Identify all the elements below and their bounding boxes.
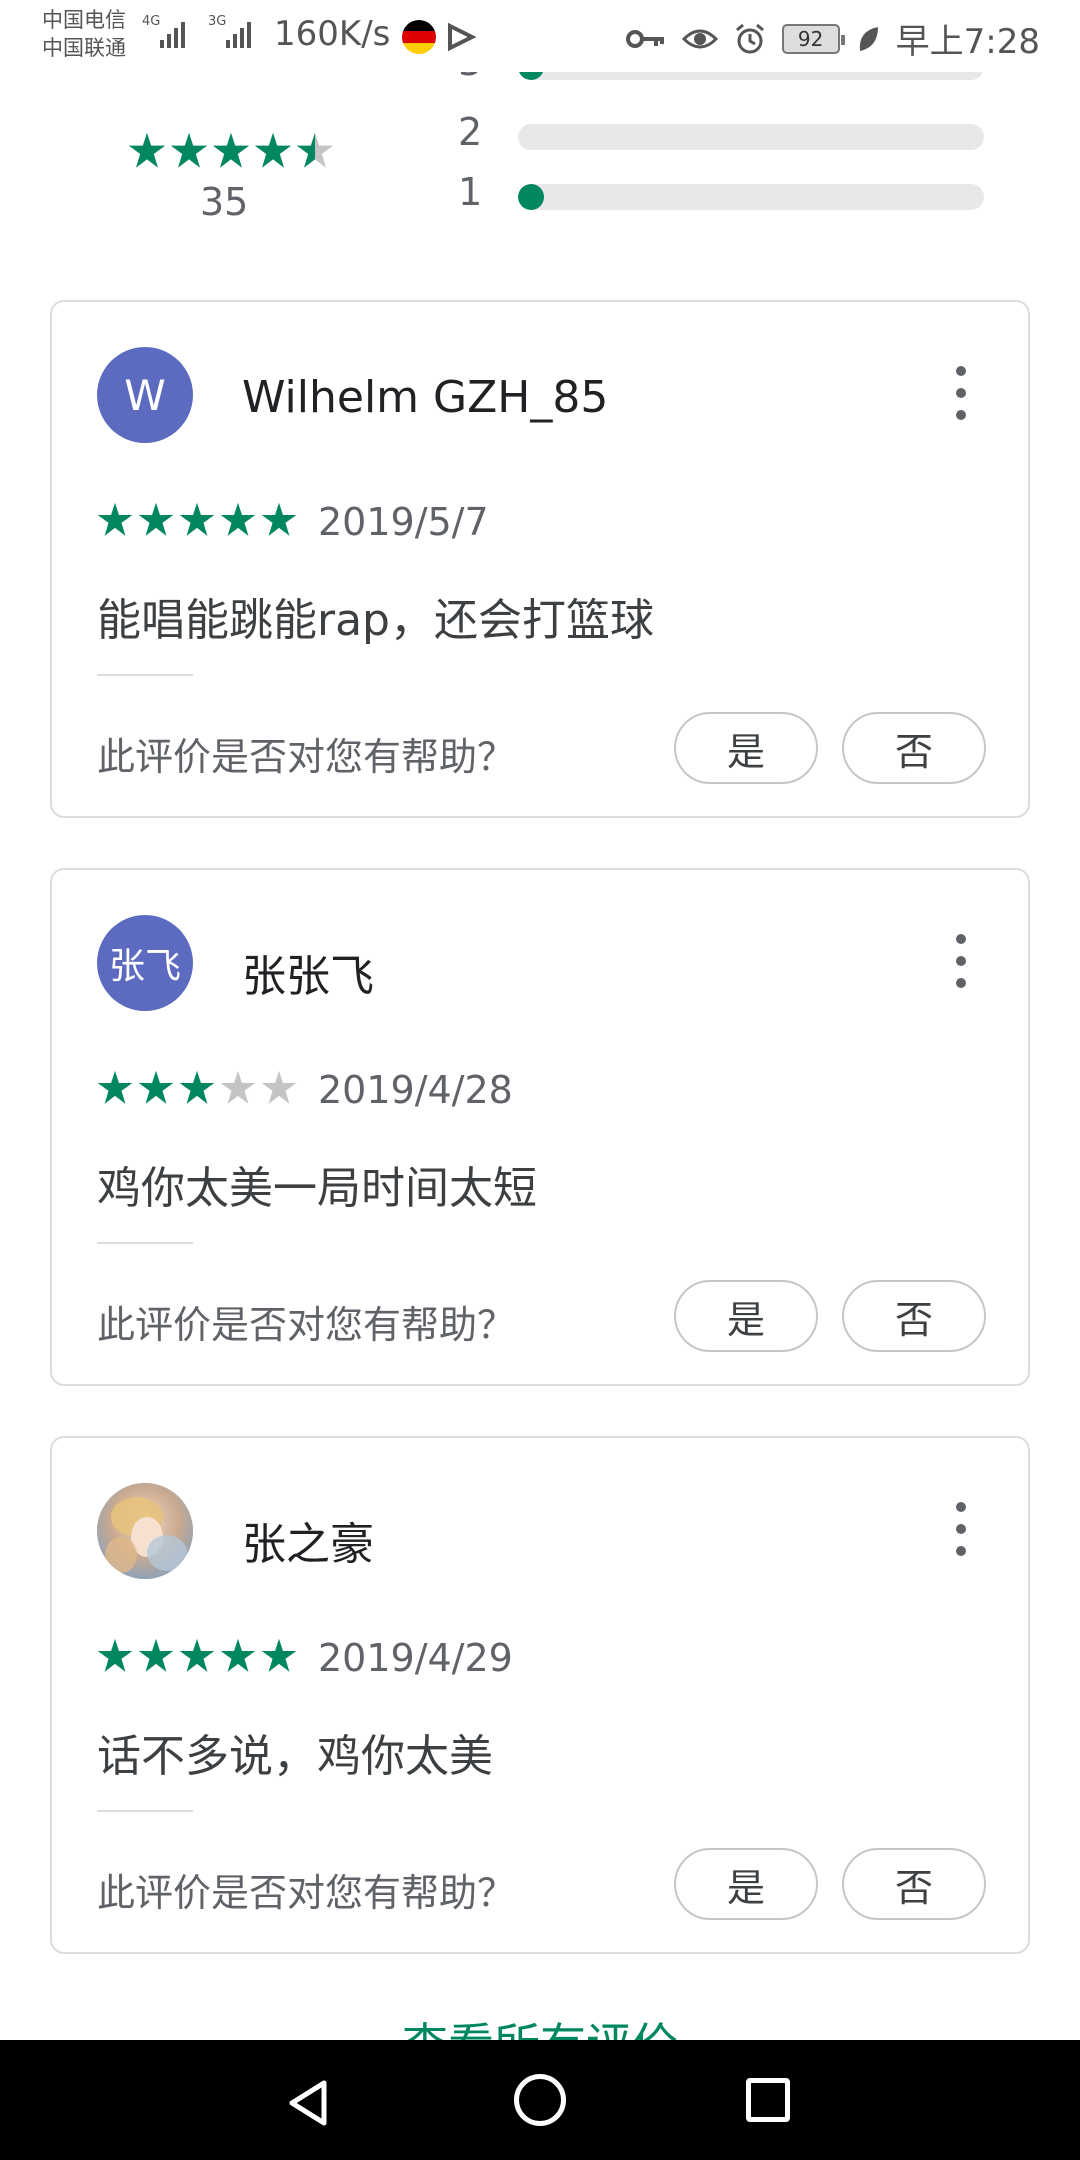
clock: 早上7:28 xyxy=(895,22,1040,62)
avatar-initial: 张飞 xyxy=(108,946,181,987)
carrier-1: 中国电信 xyxy=(42,8,126,32)
divider xyxy=(97,674,193,676)
rating-count: 35 xyxy=(200,180,249,224)
author-name: Wilhelm GZH_85 xyxy=(242,372,609,423)
eye-icon xyxy=(681,29,718,48)
signal-icon xyxy=(160,18,185,48)
star-icon xyxy=(138,1638,174,1672)
see-all-reviews-link[interactable]: 查看所有评价 xyxy=(0,2010,1080,2040)
battery-icon: 92 xyxy=(781,23,845,54)
distribution-bar xyxy=(518,184,984,210)
star-icon xyxy=(296,132,334,168)
star-icon xyxy=(179,502,215,536)
distribution-bar xyxy=(518,124,984,150)
more-options-icon[interactable] xyxy=(954,1502,968,1556)
author-name: 张张飞 xyxy=(242,951,374,1002)
helpful-no-button[interactable]: 否 xyxy=(842,712,986,784)
signal-icon xyxy=(226,18,251,48)
avatar[interactable] xyxy=(97,1483,193,1579)
status-right: 92 早上7:28 xyxy=(625,14,1040,63)
star-icon xyxy=(138,1070,174,1104)
star-icon xyxy=(170,132,208,168)
review-stars xyxy=(97,1638,297,1674)
key-icon xyxy=(625,29,664,48)
helpful-yes-button[interactable]: 是 xyxy=(674,712,818,784)
helpful-yes-button[interactable]: 是 xyxy=(674,1280,818,1352)
helpful-question: 此评价是否对您有帮助？ xyxy=(97,735,516,779)
divider xyxy=(97,1810,193,1812)
summary-stars xyxy=(128,132,334,170)
star-icon xyxy=(261,1638,297,1672)
review-stars xyxy=(97,1070,297,1106)
review-card: 张之豪 2019/4/29 话不多说，鸡你太美 此评价是否对您有帮助？ 是 否 xyxy=(50,1436,1030,1954)
divider xyxy=(97,1242,193,1244)
review-text: 能唱能跳能rap，还会打篮球 xyxy=(97,595,654,646)
star-icon xyxy=(220,1070,256,1104)
helpful-yes-button[interactable]: 是 xyxy=(674,1848,818,1920)
review-date: 2019/5/7 xyxy=(318,500,489,544)
back-icon[interactable] xyxy=(284,2078,334,2128)
review-card: 张飞 张张飞 2019/4/28 鸡你太美一局时间太短 此评价是否对您有帮助？ … xyxy=(50,868,1030,1386)
author-name: 张之豪 xyxy=(242,1519,374,1570)
status-bar: 中国电信 中国联通 4G 3G 160K/s 92 早上7:28 xyxy=(0,0,1080,72)
star-icon xyxy=(97,1638,133,1672)
distribution-bar-fill xyxy=(518,184,544,210)
network-speed: 160K/s xyxy=(274,14,391,54)
leaf-icon xyxy=(859,26,878,51)
avatar[interactable]: 张飞 xyxy=(97,915,193,1011)
star-icon xyxy=(179,1070,215,1104)
review-card: W Wilhelm GZH_85 2019/5/7 能唱能跳能rap，还会打篮球… xyxy=(50,300,1030,818)
flag-icon xyxy=(402,20,436,54)
star-icon xyxy=(261,1070,297,1104)
star-icon xyxy=(138,502,174,536)
distribution-row: 2 xyxy=(458,110,988,160)
star-icon xyxy=(128,132,166,168)
distribution-row: 1 xyxy=(458,170,988,220)
star-icon xyxy=(220,502,256,536)
alarm-icon xyxy=(735,23,764,53)
battery-level: 92 xyxy=(797,26,824,51)
star-icon xyxy=(212,132,250,168)
star-icon xyxy=(179,1638,215,1672)
carrier-2: 中国联通 xyxy=(42,36,126,60)
review-text: 话不多说，鸡你太美 xyxy=(97,1731,493,1782)
star-icon xyxy=(254,132,292,168)
helpful-no-button[interactable]: 否 xyxy=(842,1280,986,1352)
star-icon xyxy=(220,1638,256,1672)
avatar[interactable]: W xyxy=(97,347,193,443)
helpful-no-button[interactable]: 否 xyxy=(842,1848,986,1920)
avatar-image xyxy=(97,1483,193,1579)
star-icon xyxy=(261,502,297,536)
network-type-1: 4G xyxy=(142,14,161,29)
helpful-question: 此评价是否对您有帮助？ xyxy=(97,1303,516,1347)
distribution-label: 2 xyxy=(458,110,483,154)
helpful-question: 此评价是否对您有帮助？ xyxy=(97,1871,516,1915)
home-icon[interactable] xyxy=(514,2074,566,2126)
star-icon xyxy=(97,502,133,536)
review-date: 2019/4/29 xyxy=(318,1636,513,1680)
distribution-label: 1 xyxy=(458,170,483,214)
recent-apps-icon[interactable] xyxy=(746,2078,790,2122)
avatar-initial: W xyxy=(124,370,166,420)
play-store-notification-icon xyxy=(448,22,476,52)
review-date: 2019/4/28 xyxy=(318,1068,513,1112)
more-options-icon[interactable] xyxy=(954,934,968,988)
review-text: 鸡你太美一局时间太短 xyxy=(97,1163,537,1214)
star-icon xyxy=(97,1070,133,1104)
more-options-icon[interactable] xyxy=(954,366,968,420)
network-type-2: 3G xyxy=(208,14,227,29)
carrier-names: 中国电信 中国联通 xyxy=(42,6,126,62)
navigation-bar xyxy=(0,2040,1080,2160)
review-stars xyxy=(97,502,297,538)
